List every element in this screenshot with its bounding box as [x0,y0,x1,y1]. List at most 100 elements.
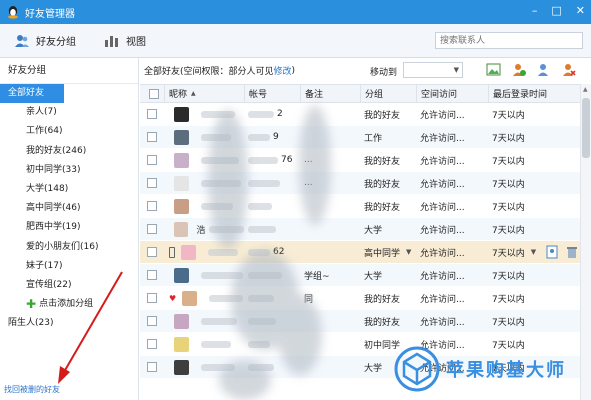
maximize-button[interactable]: □ [551,4,561,17]
sidebar-item-work[interactable]: 工作(64) [0,122,138,141]
table-row[interactable]: 76... 我的好友 允许访问... 7天以内 [140,149,580,172]
cell-account [244,172,300,194]
sidebar-item-girls[interactable]: 妹子(17) [0,257,138,276]
cell-last-login: 7天以内 [488,103,580,125]
last-login-text: 7天以内 [492,156,525,167]
sidebar-item-publicity[interactable]: 宣传组(22) [0,276,138,295]
trash-icon[interactable] [566,245,578,259]
row-checkbox[interactable] [147,132,157,142]
blurred-text [201,363,235,371]
avatar [174,175,189,191]
sidebar-item-kids[interactable]: 爱的小朋友们(16) [0,238,138,257]
add-friend-icon[interactable] [511,62,526,77]
scroll-up-icon: ▲ [583,86,588,93]
plus-icon: ✚ [26,297,37,312]
cell-group: 高中同学 ▼ [360,241,416,263]
sidebar-item-all-friends[interactable]: 全部好友(618) [0,84,64,117]
column-header-remark[interactable]: 备注 [300,85,360,102]
table-row[interactable]: 9 工作 允许访问... 7天以内 [140,126,580,149]
table-row[interactable]: 62 高中同学 ▼ 允许访问... 7天以内 ▼ [140,241,580,264]
scrollbar-thumb[interactable] [582,98,590,158]
select-all-checkbox[interactable] [149,88,159,99]
blurred-text [209,225,244,233]
row-checkbox[interactable] [147,362,157,372]
table-row[interactable]: 浩 大学 允许访问... 7天以内 [140,218,580,241]
blurred-text [248,340,270,348]
cell-remark [300,333,360,355]
friends-table: 昵称 ▲ 帐号 备注 分组 空间访问 最后登录时间 2 我的好友 允许访问... 7天以… [140,84,580,379]
table-row[interactable]: 2 我的好友 允许访问... 7天以内 [140,103,580,126]
blurred-text [201,156,239,164]
row-checkbox[interactable] [147,316,157,326]
minimize-button[interactable]: – [532,4,538,17]
image-icon[interactable] [486,62,501,77]
blurred-text [201,179,241,187]
sidebar-item-university[interactable]: 大学(148) [0,180,138,199]
row-checkbox[interactable] [147,201,157,211]
table-row[interactable]: 我的好友 允许访问... 7天以内 [140,310,580,333]
cell-group: 大学 [360,264,416,286]
column-header-last-login[interactable]: 最后登录时间 [488,85,580,102]
cell-account [244,218,300,240]
column-header-group[interactable]: 分组 [360,85,416,102]
row-checkbox[interactable] [147,155,157,165]
column-header-nick[interactable]: 昵称 ▲ [164,85,244,102]
account-text: 62 [273,247,285,257]
cell-account: 62 [244,241,300,263]
cell-remark [300,310,360,332]
title-bar: 好友管理器 – □ ✕ [0,0,591,24]
tab-view[interactable]: 视图 [104,33,146,48]
row-checkbox[interactable] [147,247,157,257]
delete-friend-icon[interactable] [561,62,576,77]
column-header-account[interactable]: 帐号 [244,85,300,102]
group-text: 大学 [364,363,383,374]
close-button[interactable]: ✕ [576,4,585,17]
row-checkbox[interactable] [147,270,157,280]
cell-last-login: 7天以内 [488,126,580,148]
move-to-select[interactable]: ▼ [403,62,463,78]
cell-nick: ♥ [164,287,244,309]
chevron-down-icon[interactable]: ▼ [406,248,411,256]
sidebar-item-feixi-school[interactable]: 肥西中学(19) [0,218,138,237]
tab-friend-groups[interactable]: 好友分组 [14,33,76,48]
cell-nick: 浩 [164,218,244,240]
row-checkbox[interactable] [147,293,157,303]
account-text: 9 [273,132,279,142]
table-row[interactable]: 学组~ 大学 允许访问... 7天以内 [140,264,580,287]
row-checkbox[interactable] [147,224,157,234]
row-checkbox[interactable] [147,109,157,119]
sidebar-item-strangers[interactable]: 陌生人(23) [0,314,138,333]
sidebar-header: 好友分组 [0,58,138,84]
sidebar-item-middle-school[interactable]: 初中同学(33) [0,161,138,180]
contact-card-icon[interactable] [546,245,558,259]
table-row[interactable]: ♥ 同 我的好友 允许访问... 7天以内 [140,287,580,310]
column-header-space-access[interactable]: 空间访问 [416,85,488,102]
search-input[interactable] [435,32,583,49]
cell-group: 工作 [360,126,416,148]
add-group-label: 点击添加分组 [39,299,94,310]
toolbar: 好友分组 视图 [0,24,591,58]
blurred-text [201,133,231,141]
cell-account: 9 [244,126,300,148]
chevron-down-icon[interactable]: ▼ [531,248,536,256]
sidebar-item-my-friends[interactable]: 我的好友(246) [0,142,138,161]
tab-friend-groups-label: 好友分组 [36,37,76,48]
last-login-text: 7天以内 [492,294,525,305]
cell-last-login: 7天以内 [488,287,580,309]
table-row[interactable]: 我的好友 允许访问... 7天以内 [140,195,580,218]
row-checkbox[interactable] [147,178,157,188]
table-row[interactable]: ... 我的好友 允许访问... 7天以内 [140,172,580,195]
recover-deleted-friends-link[interactable]: 找回被删的好友 [4,384,60,395]
vertical-scrollbar[interactable]: ▲ [580,84,591,400]
group-text: 我的好友 [364,156,401,167]
sidebar-item-high-school[interactable]: 高中同学(46) [0,199,138,218]
cell-remark [300,103,360,125]
heart-icon: ♥ [169,293,177,303]
cell-group: 大学 [360,218,416,240]
cell-space-access: 允许访问... [420,110,465,121]
add-group-button[interactable]: ✚ 点击添加分组 [0,295,138,314]
cell-space-access: 允许访问... [420,225,465,236]
edit-permission-link[interactable]: 修改 [274,64,292,77]
row-checkbox[interactable] [147,339,157,349]
contact-settings-icon[interactable] [536,62,551,77]
